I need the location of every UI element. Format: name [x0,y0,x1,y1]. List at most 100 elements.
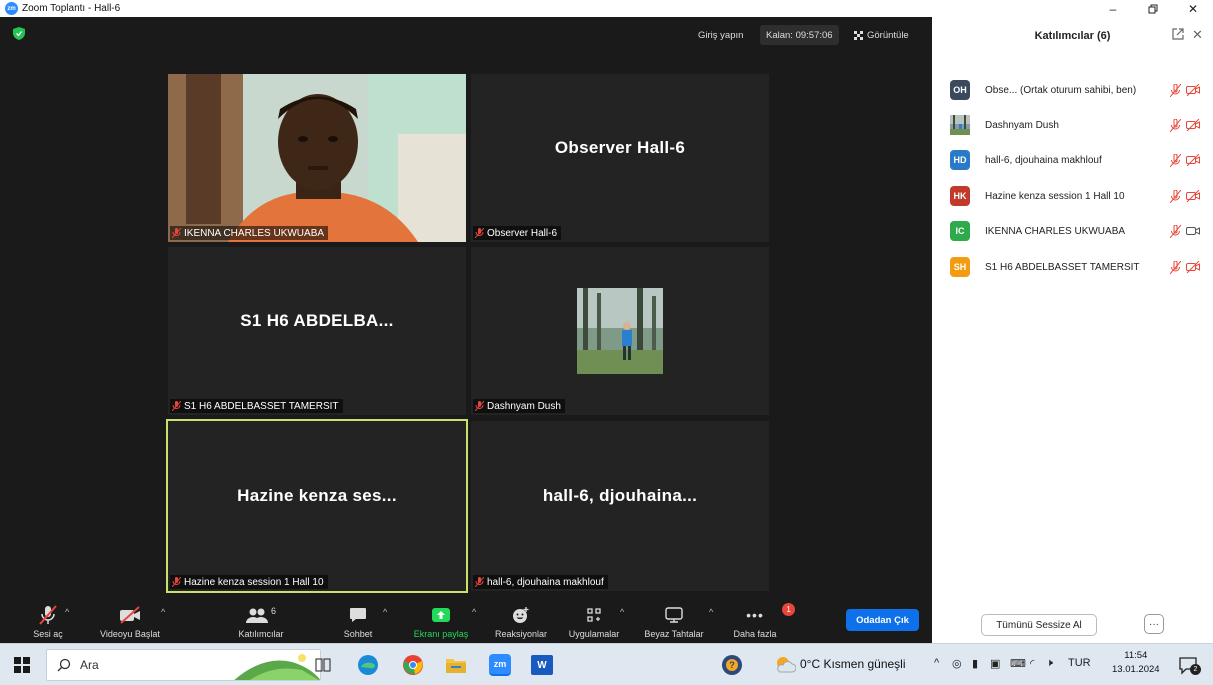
edge-browser-icon[interactable] [356,653,380,677]
taskbar-search[interactable]: Ara [46,649,321,681]
wifi-icon[interactable]: ◜ [1030,657,1034,670]
panel-more-button[interactable]: ··· [1144,614,1164,634]
participant-row[interactable]: HK Hazine kenza session 1 Hall 10 [950,185,1200,207]
participant-name: IKENNA CHARLES UKWUABA [985,225,1126,237]
participants-button[interactable]: 6 Katılımcılar [222,597,300,643]
chat-button[interactable]: ^ Sohbet [334,597,388,643]
close-window-button[interactable]: ✕ [1173,0,1213,17]
whiteboards-button[interactable]: ^ Beyaz Tahtalar [637,597,713,643]
participant-row[interactable]: IC IKENNA CHARLES UKWUABA [950,220,1200,242]
show-hidden-icons-icon[interactable]: ^ [934,657,939,669]
apps-button[interactable]: ^ Uygulamalar [563,597,625,643]
video-tile[interactable]: Dashnyam Dush [471,247,769,415]
mic-muted-icon [1170,153,1181,167]
active-speaker-tile[interactable]: Hazine kenza ses... Hazine kenza session… [166,419,468,593]
participant-name: Obse... (Ortak oturum sahibi, ben) [985,84,1137,96]
video-tile[interactable]: S1 H6 ABDELBA... S1 H6 ABDELBASSET TAMER… [168,247,466,415]
video-off-icon [120,606,140,624]
whiteboard-icon [665,607,683,623]
video-off-icon [1186,119,1200,131]
participant-name-label: IKENNA CHARLES UKWUABA [170,226,329,240]
mic-muted-icon [39,605,57,625]
notification-badge: 1 [782,603,796,616]
volume-muted-icon[interactable]: 🕨 [1046,657,1053,670]
participant-name: hall-6, djouhaina makhlouf [985,154,1102,166]
participant-name-label: Observer Hall-6 [473,226,562,240]
view-label: Görüntüle [867,29,909,41]
search-icon [57,658,71,672]
mic-muted-icon [475,228,484,238]
view-button[interactable]: Görüntüle [848,25,915,45]
zoom-taskbar-icon[interactable]: zm [488,653,512,677]
participant-display-name: S1 H6 ABDELBA... [240,311,394,330]
tray-app-icon[interactable]: ◎ [952,657,962,670]
windows-start-icon[interactable] [10,653,34,677]
window-title: Zoom Toplantı - Hall-6 [22,3,121,14]
participant-name: Hazine kenza session 1 Hall 10 [985,190,1125,202]
taskbar-clock[interactable]: 11:54 13.01.2024 [1112,649,1160,677]
mic-muted-icon [172,577,181,587]
mic-muted-icon [172,228,181,238]
participants-count: 6 [270,606,276,616]
help-app-icon[interactable]: ? [720,653,744,677]
chat-icon [350,608,366,622]
participant-display-name: Hazine kenza ses... [237,486,397,505]
mic-muted-icon [1170,83,1181,97]
tray-monitor-icon[interactable]: ▣ [990,657,1000,670]
close-panel-icon[interactable]: ✕ [1192,27,1203,43]
search-placeholder: Ara [80,658,99,672]
participant-name-label: Dashnyam Dush [473,399,565,413]
share-screen-button[interactable]: ^ Ekranı paylaş [406,597,477,643]
remaining-time-badge: Kalan: 09:57:06 [760,25,839,45]
participant-display-name: hall-6, djouhaina... [542,486,698,505]
video-tile[interactable]: hall-6, djouhaina... hall-6, djouhaina m… [471,421,769,591]
mute-all-button[interactable]: Tümünü Sessize Al [981,614,1097,636]
video-off-icon [1186,261,1200,273]
weather-text[interactable]: 0°C Kısmen güneşli [800,657,906,671]
participant-row[interactable]: Dashnyam Dush [950,114,1200,136]
participant-name-label: S1 H6 ABDELBASSET TAMERSIT [170,399,343,413]
unmute-button[interactable]: ^ Sesi aç [22,597,74,643]
start-video-button[interactable]: ^ Videoyu Başlat [90,597,170,643]
video-tile[interactable]: IKENNA CHARLES UKWUABA [168,74,466,242]
mic-muted-icon [475,401,484,411]
notifications-icon[interactable]: 2 [1176,653,1201,677]
grid-view-icon [854,30,863,40]
windows-taskbar: Ara zm W ? 0°C Kısmen güneşli ^ ◎ ▮ ▣ ⌨ … [0,643,1213,685]
file-explorer-icon[interactable] [444,653,468,677]
tray-battery-icon[interactable]: ▮ [972,657,978,670]
minimize-button[interactable]: – [1093,0,1133,17]
share-screen-icon [432,608,450,622]
chevron-up-icon: ^ [383,607,388,617]
signin-button[interactable]: Giriş yapın [692,25,749,45]
leave-meeting-button[interactable]: Odadan Çık [846,609,919,631]
participants-panel: Katılımcılar (6) ✕ OH Obse... (Ortak otur… [932,17,1213,643]
chevron-up-icon: ^ [65,607,70,617]
reactions-button[interactable]: Reaksiyonlar [489,597,553,643]
reactions-icon [513,607,529,623]
video-tile[interactable]: Observer Hall-6 Observer Hall-6 [471,74,769,242]
language-indicator[interactable]: TUR [1068,657,1091,669]
tray-input-icon[interactable]: ⌨ [1010,657,1026,670]
avatar: HD [950,150,970,170]
chevron-up-icon: ^ [620,607,625,617]
video-on-icon [1186,227,1200,235]
avatar: IC [950,221,970,241]
restore-button[interactable] [1133,0,1173,17]
participant-name-label: Hazine kenza session 1 Hall 10 [170,575,328,589]
task-view-icon[interactable] [311,653,335,677]
mic-muted-icon [1170,260,1181,274]
popout-icon[interactable] [1172,28,1184,43]
svg-text:?: ? [729,660,735,670]
word-icon[interactable]: W [530,653,554,677]
video-off-icon [1186,84,1200,96]
chevron-up-icon: ^ [472,607,477,617]
more-button[interactable]: ••• 1 Daha fazla [725,597,796,643]
meeting-toolbar: ^ Sesi aç ^ Videoyu Başlat 6 Katılımcıla… [0,597,932,643]
chrome-icon[interactable] [401,653,425,677]
participant-row[interactable]: OH Obse... (Ortak oturum sahibi, ben) [950,79,1200,101]
participant-name-label: hall-6, djouhaina makhlouf [473,575,608,589]
participant-row[interactable]: SH S1 H6 ABDELBASSET TAMERSIT [950,256,1200,278]
security-shield-icon[interactable] [13,27,25,40]
participant-row[interactable]: HD hall-6, djouhaina makhlouf [950,149,1200,171]
